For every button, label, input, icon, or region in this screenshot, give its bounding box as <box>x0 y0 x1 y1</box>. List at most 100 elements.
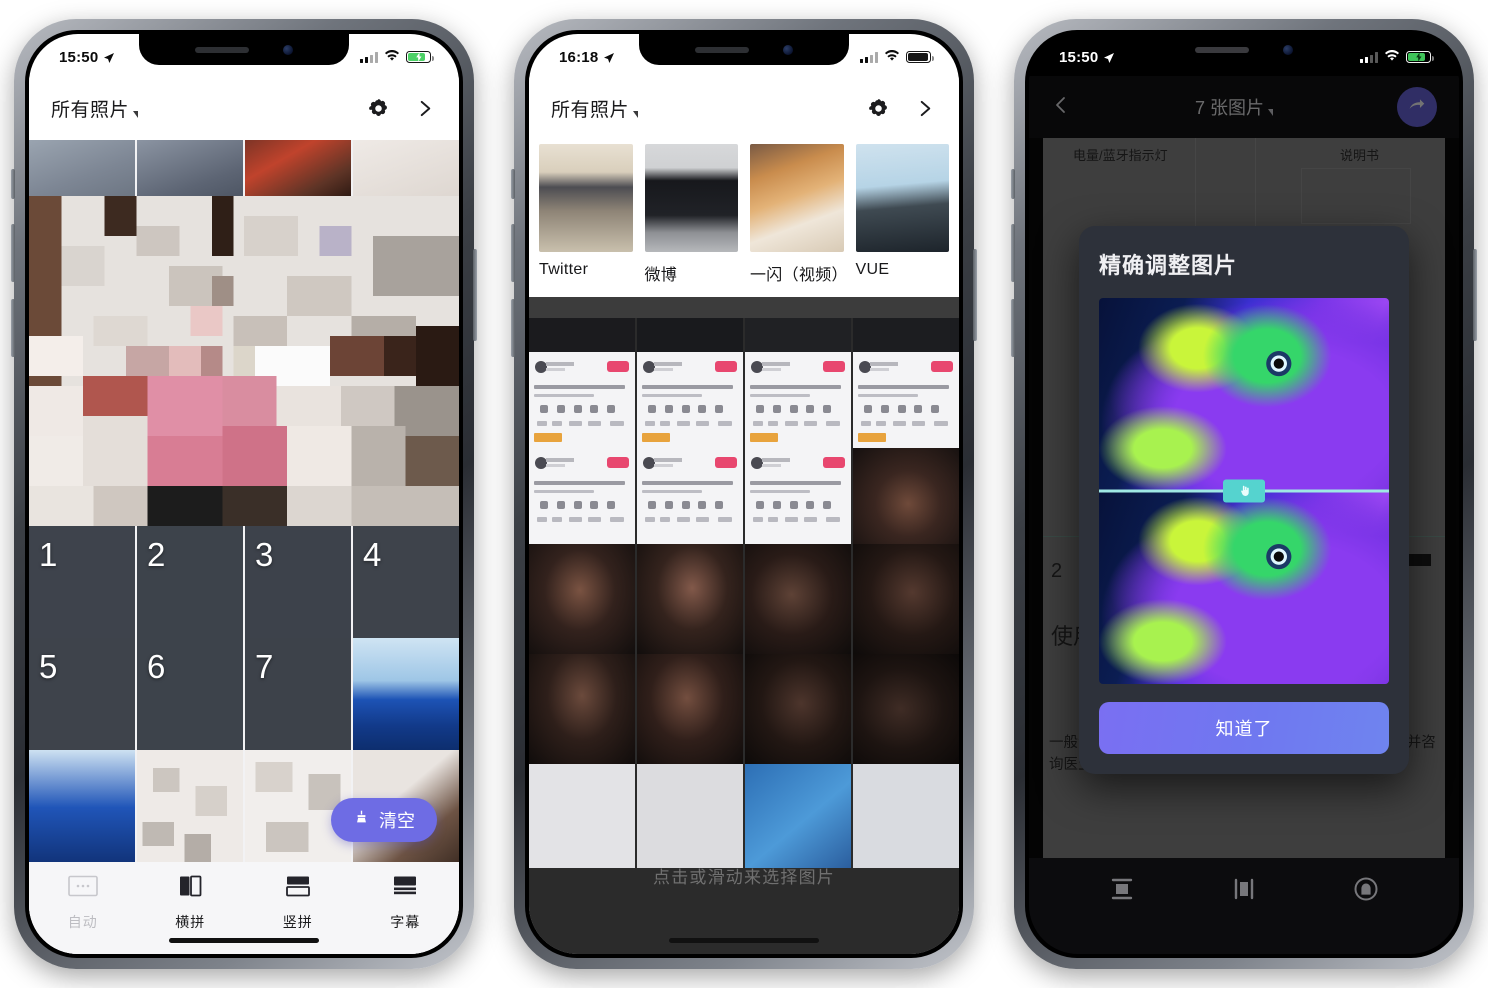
photo-cell-1[interactable]: 1 <box>29 526 135 638</box>
phone-selector: 15:50 所有照片 1 2 3 4 5 6 7 清空 自动 横拼 竖拼 字幕 <box>11 19 477 969</box>
purple-fish-photo-bottom <box>1099 491 1389 684</box>
app-source-strip: Twitter 微博 一闪（视频） VUE <box>529 140 959 297</box>
photo-picker-body: 1 2 3 4 5 6 7 清空 自动 横拼 竖拼 字幕 <box>29 140 459 954</box>
photo-cell[interactable] <box>245 140 351 196</box>
home-indicator[interactable] <box>669 938 819 943</box>
photo-cell-4[interactable]: 4 <box>353 526 459 638</box>
photo-cell[interactable] <box>529 318 635 352</box>
silent-switch[interactable] <box>511 169 515 199</box>
wifi-icon <box>384 49 400 66</box>
confirm-button[interactable]: 知道了 <box>1099 702 1389 754</box>
photo-cell[interactable] <box>745 318 851 352</box>
photo-row <box>529 352 959 448</box>
horizontal-split-icon[interactable] <box>1107 874 1137 904</box>
app-thumb-yishan[interactable] <box>750 144 844 252</box>
power-button[interactable] <box>973 249 977 341</box>
photo-cell-6[interactable]: 6 <box>137 638 243 750</box>
volume-up-button[interactable] <box>11 224 15 282</box>
photo-cell-app[interactable] <box>745 764 851 868</box>
photo-cell-7[interactable]: 7 <box>245 638 351 750</box>
notch <box>639 34 849 65</box>
silent-switch[interactable] <box>1011 169 1015 199</box>
clear-button[interactable]: 清空 <box>331 798 437 842</box>
power-button[interactable] <box>1473 249 1477 341</box>
home-indicator[interactable] <box>169 938 319 943</box>
mosaic-photo-region[interactable] <box>29 196 459 526</box>
drag-hand-icon[interactable] <box>1223 479 1265 503</box>
album-selector[interactable]: 所有照片 <box>551 95 639 122</box>
photo-cell-screenshot[interactable] <box>529 448 635 544</box>
photo-cell[interactable] <box>853 318 959 352</box>
front-camera <box>783 44 793 55</box>
three-phone-showcase: 15:50 所有照片 1 2 3 4 5 6 7 清空 自动 横拼 竖拼 字幕 … <box>0 0 1488 988</box>
photo-cell[interactable] <box>29 140 135 196</box>
notch <box>139 34 349 65</box>
watermark-icon[interactable] <box>1351 874 1381 904</box>
tab-label: 字幕 <box>390 914 421 930</box>
app-thumb-weibo[interactable] <box>644 144 738 252</box>
top-bar: 所有照片 <box>529 76 959 140</box>
photo-cell-screenshot[interactable] <box>745 352 851 448</box>
photo-cell-screenshot[interactable] <box>853 352 959 448</box>
chevron-right-icon[interactable] <box>416 99 435 118</box>
photo-cell-2[interactable]: 2 <box>137 526 243 638</box>
photo-cell[interactable] <box>29 750 135 862</box>
photo-cell[interactable] <box>353 140 459 196</box>
photo-cell-app[interactable] <box>529 764 635 868</box>
app-thumb-twitter[interactable] <box>539 144 633 252</box>
location-arrow-icon <box>603 51 615 63</box>
tab-horizontal-stitch[interactable]: 横拼 <box>151 874 229 932</box>
vertical-split-icon[interactable] <box>1229 874 1259 904</box>
notch <box>1139 34 1349 65</box>
photo-cell-portrait[interactable] <box>529 654 635 764</box>
confirm-button-label: 知道了 <box>1215 719 1273 739</box>
volume-down-button[interactable] <box>11 299 15 357</box>
photo-cell-3[interactable]: 3 <box>245 526 351 638</box>
chevron-right-icon[interactable] <box>916 99 935 118</box>
vertical-stitch-icon <box>283 874 313 903</box>
photo-cell-portrait[interactable] <box>745 544 851 654</box>
photo-cell-screenshot[interactable] <box>745 448 851 544</box>
volume-up-button[interactable] <box>1011 224 1015 282</box>
photo-cell-portrait[interactable] <box>853 448 959 544</box>
volume-down-button[interactable] <box>1011 299 1015 357</box>
photo-cell-car[interactable] <box>353 638 459 750</box>
photo-cell-5[interactable]: 5 <box>29 638 135 750</box>
auto-stitch-icon <box>67 874 98 903</box>
photo-cell-app[interactable] <box>853 764 959 868</box>
photo-cell-screenshot[interactable] <box>637 352 743 448</box>
tab-vertical-stitch[interactable]: 竖拼 <box>259 874 337 932</box>
photo-cell-portrait[interactable] <box>529 544 635 654</box>
front-camera <box>283 44 293 55</box>
photo-cell-portrait[interactable] <box>853 544 959 654</box>
album-selector[interactable]: 所有照片 <box>51 95 139 122</box>
photo-cell-app[interactable] <box>637 764 743 868</box>
tab-auto[interactable]: 自动 <box>44 874 122 932</box>
photo-row <box>29 140 459 196</box>
photo-cell-portrait[interactable] <box>853 654 959 764</box>
silent-switch[interactable] <box>11 169 15 199</box>
gear-icon[interactable] <box>367 97 390 120</box>
photo-cell[interactable] <box>137 750 243 862</box>
photo-cell-portrait[interactable] <box>745 654 851 764</box>
photo-grid[interactable]: 点击或滑动来选择图片 <box>529 318 959 954</box>
volume-down-button[interactable] <box>511 299 515 357</box>
location-arrow-icon <box>103 51 115 63</box>
app-thumb-vue[interactable] <box>855 144 949 252</box>
photo-cell-portrait[interactable] <box>637 544 743 654</box>
photo-cell[interactable] <box>137 140 243 196</box>
status-time: 15:50 <box>59 48 99 66</box>
adjust-image-dialog: 精确调整图片 知道了 <box>1079 226 1409 774</box>
photo-cell-screenshot[interactable] <box>529 352 635 448</box>
photo-cell-portrait[interactable] <box>637 654 743 764</box>
volume-up-button[interactable] <box>511 224 515 282</box>
photo-row <box>529 764 959 868</box>
tab-label: 横拼 <box>175 914 206 930</box>
fish-preview[interactable] <box>1099 298 1389 684</box>
photo-grid-scroll[interactable]: 1 2 3 4 5 6 7 <box>29 140 459 862</box>
photo-cell-screenshot[interactable] <box>637 448 743 544</box>
gear-icon[interactable] <box>867 97 890 120</box>
tab-subtitle[interactable]: 字幕 <box>366 874 444 932</box>
photo-cell[interactable] <box>637 318 743 352</box>
power-button[interactable] <box>473 249 477 341</box>
